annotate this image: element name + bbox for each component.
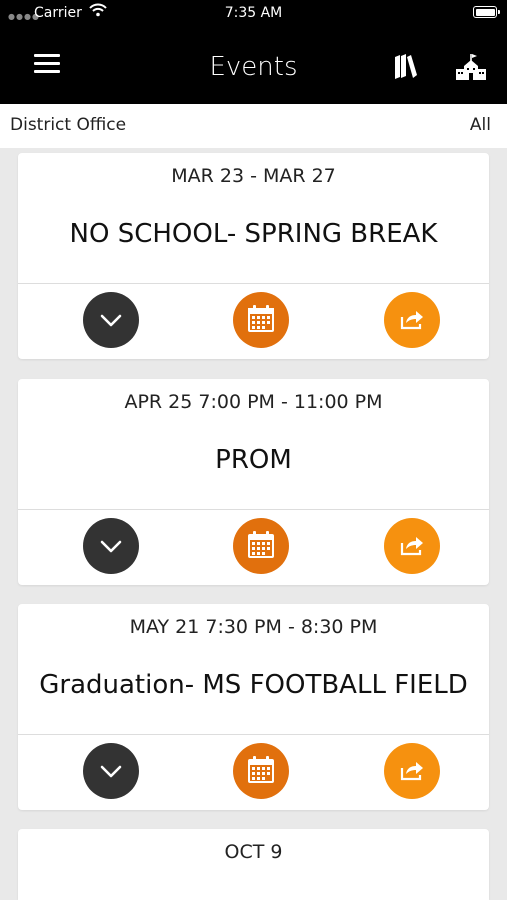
event-date: MAR 23 - MAR 27 [171,165,336,187]
school-icon[interactable] [455,54,487,82]
share-button[interactable] [384,518,440,574]
expand-button[interactable] [83,743,139,799]
event-card: OCT 9 [18,829,489,900]
books-icon[interactable] [393,53,419,81]
event-name: NO SCHOOL- SPRING BREAK [69,219,438,249]
add-to-calendar-button[interactable] [233,743,289,799]
battery-icon [473,6,500,18]
status-time: 7:35 AM [224,5,283,21]
event-card: APR 25 7:00 PM - 11:00 PM PROM [18,379,489,585]
category-filter[interactable]: All [470,115,491,135]
calendar-icon [248,305,274,332]
expand-button[interactable] [83,292,139,348]
event-date: APR 25 7:00 PM - 11:00 PM [124,391,383,413]
event-date: OCT 9 [224,841,283,863]
event-card: MAR 23 - MAR 27 NO SCHOOL- SPRING BREAK [18,153,489,359]
calendar-icon [248,756,274,783]
add-to-calendar-button[interactable] [233,518,289,574]
app-header: Events [0,26,507,104]
share-button[interactable] [384,292,440,348]
chevron-down-icon [100,540,122,553]
share-icon [400,762,423,781]
calendar-icon [248,531,274,558]
expand-button[interactable] [83,518,139,574]
card-divider [18,283,489,284]
add-to-calendar-button[interactable] [233,292,289,348]
chevron-down-icon [100,314,122,327]
event-card: MAY 21 7:30 PM - 8:30 PM Graduation- MS … [18,604,489,810]
location-filter[interactable]: District Office [10,115,126,135]
share-button[interactable] [384,743,440,799]
card-divider [18,734,489,735]
event-name: PROM [215,445,292,475]
event-name: Graduation- MS FOOTBALL FIELD [39,670,468,700]
share-icon [400,311,423,330]
event-date: MAY 21 7:30 PM - 8:30 PM [129,616,378,638]
status-bar: ●●●● Carrier 7:35 AM [0,0,507,26]
share-icon [400,537,423,556]
card-divider [18,509,489,510]
filter-bar: District Office All [0,104,507,148]
page-title: Events [209,52,298,82]
chevron-down-icon [100,765,122,778]
